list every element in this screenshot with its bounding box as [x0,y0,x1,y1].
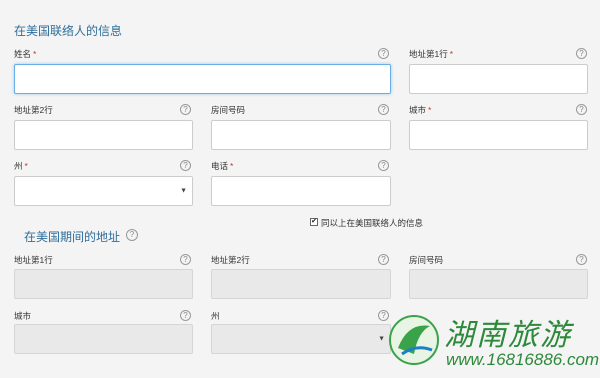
us-addr1-input[interactable] [14,269,193,299]
section-title-us-address-text: 在美国期间的地址 [24,230,121,244]
help-icon[interactable]: ? [378,104,389,115]
addr2-label: 地址第2行 [14,105,53,115]
state-label-text: 州 [14,161,23,171]
same-as-contact-label: 同以上在美国联络人的信息 [321,218,424,228]
help-icon[interactable]: ? [180,104,191,115]
us-city-input[interactable] [14,324,193,354]
state-label: 州 * [14,160,28,172]
phone-label-text: 电话 [211,161,229,171]
us-addr2-input[interactable] [211,269,391,299]
required-mark: * [24,161,28,171]
us-room-input[interactable] [409,269,588,299]
same-as-contact-checkbox[interactable]: ✔ [310,218,318,226]
chevron-down-icon: ▼ [180,187,187,195]
help-icon[interactable]: ? [180,310,191,321]
name-label-text: 姓名 [14,49,32,59]
watermark-logo-icon [389,315,439,365]
us-addr2-label: 地址第2行 [211,255,250,265]
chevron-down-icon: ▼ [378,335,385,343]
required-mark: * [449,49,454,59]
required-mark: * [33,49,37,59]
help-icon[interactable]: ? [576,254,587,265]
watermark: 湖南旅游 www.16816886.com [388,306,600,376]
help-icon[interactable]: ? [378,254,389,265]
addr1-input[interactable] [409,64,588,94]
help-icon[interactable]: ? [378,48,389,59]
city-input[interactable] [409,120,588,150]
phone-input[interactable] [211,176,391,206]
name-input[interactable] [14,64,391,94]
city-label-text: 城市 [409,105,427,115]
required-mark: * [428,105,432,115]
addr2-input[interactable] [14,120,193,150]
watermark-brand: 湖南旅游 [444,318,572,353]
help-icon[interactable]: ? [576,104,587,115]
help-icon[interactable]: ? [126,229,138,241]
section-title-contact: 在美国联络人的信息 [14,24,123,38]
room-label: 房间号码 [211,105,246,115]
help-icon[interactable]: ? [576,48,587,59]
us-room-label: 房间号码 [409,255,444,265]
city-label: 城市 * [409,104,431,116]
required-mark: * [230,161,234,171]
watermark-url: www.16816886.com [446,350,600,369]
addr1-label-text: 地址第1行 [409,49,448,59]
us-addr1-label: 地址第1行 [14,255,53,265]
name-label: 姓名 * [14,48,36,60]
help-icon[interactable]: ? [180,254,191,265]
help-icon[interactable]: ? [180,160,191,171]
us-state-select[interactable]: ▼ [211,324,391,354]
help-icon[interactable]: ? [378,160,389,171]
us-city-label: 城市 [14,311,32,321]
phone-label: 电话 * [211,160,233,172]
addr1-label: 地址第1行 * [409,48,453,60]
section-title-us-address: 在美国期间的地址 [24,228,120,245]
state-select[interactable]: ▼ [14,176,193,206]
room-input[interactable] [211,120,391,150]
us-state-label: 州 [211,311,220,321]
